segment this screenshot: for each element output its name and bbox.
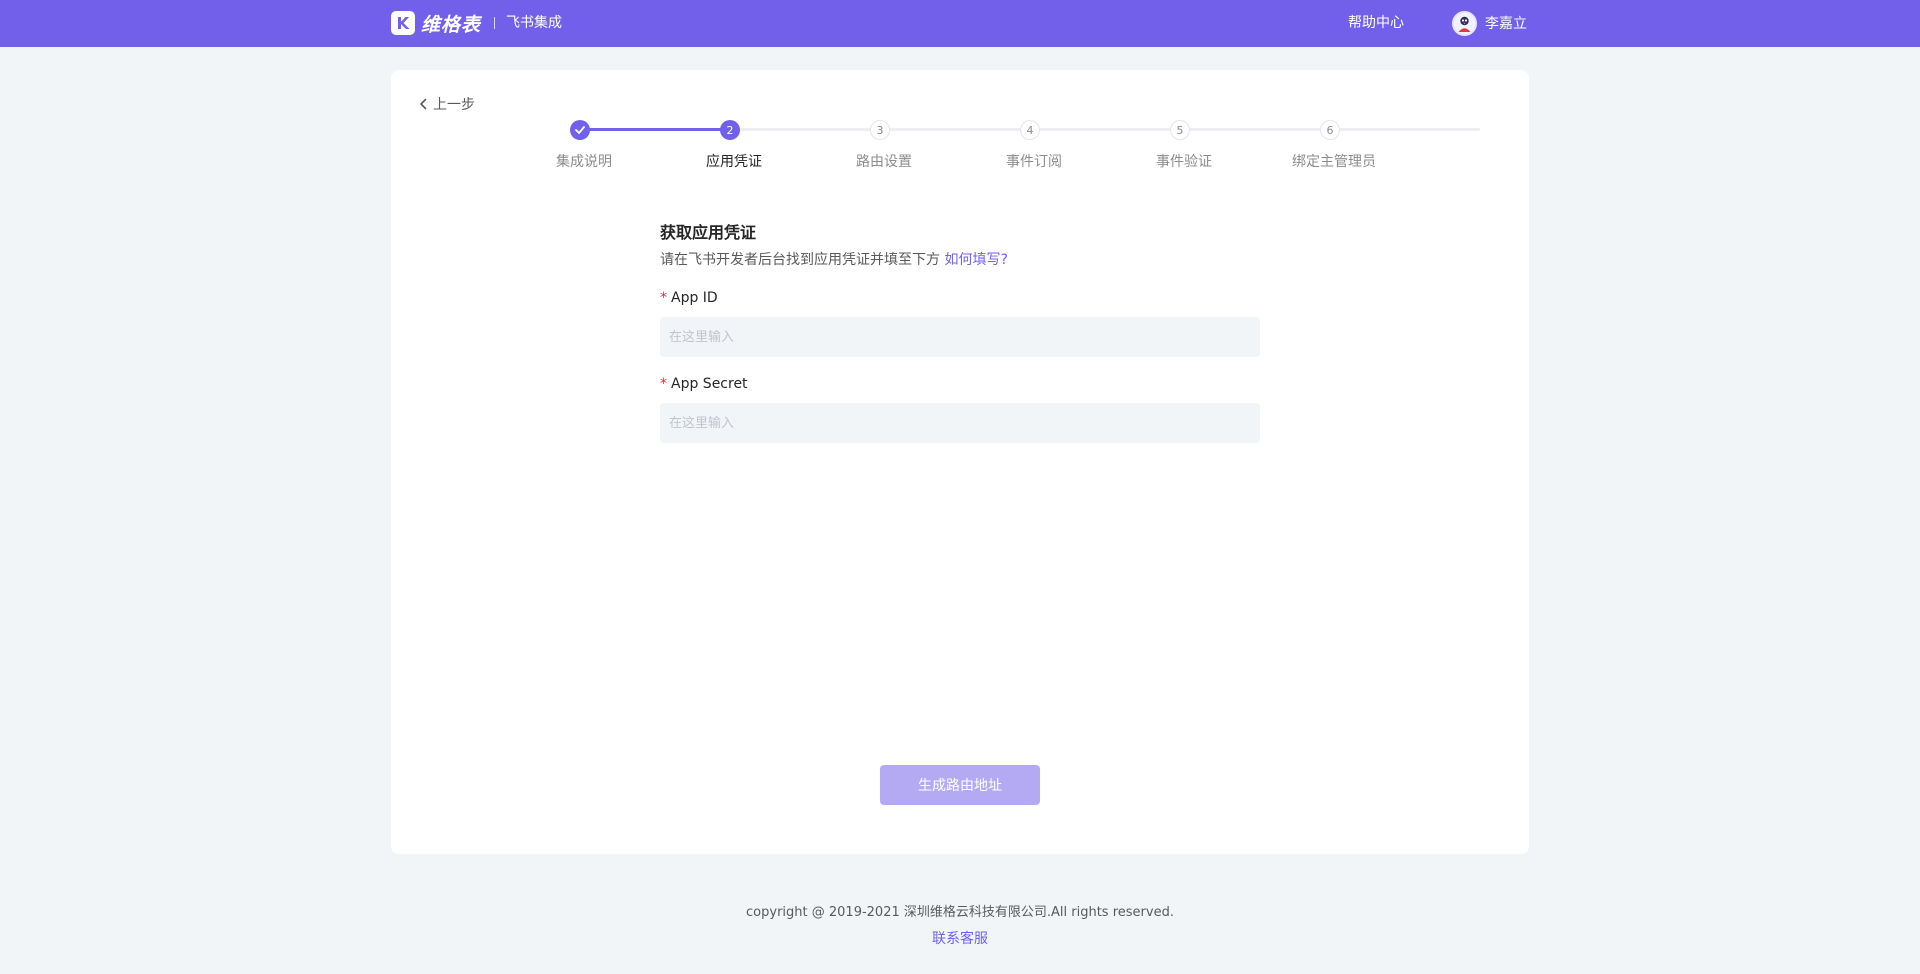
stepper: 2 3 4 5 6 集成说明 应用凭证 路由设置 事件订阅 事件验证 绑定主管理… <box>391 70 1529 180</box>
avatar <box>1452 10 1477 36</box>
step-2-label: 应用凭证 <box>706 154 762 170</box>
app-secret-label: * App Secret <box>660 374 748 394</box>
step-4-label: 事件订阅 <box>1006 154 1062 170</box>
form-description: 请在飞书开发者后台找到应用凭证并填至下方 如何填写? <box>660 250 1008 270</box>
step-2-node: 2 <box>720 120 740 140</box>
step-connector-1 <box>580 128 730 131</box>
logo-text: 维格表 <box>421 13 482 36</box>
header-divider <box>494 17 495 29</box>
app-id-label-text: App ID <box>671 290 718 306</box>
logo-mark-icon <box>391 11 415 35</box>
app-id-label: * App ID <box>660 288 718 308</box>
step-5-label: 事件验证 <box>1156 154 1212 170</box>
form-description-text: 请在飞书开发者后台找到应用凭证并填至下方 <box>660 252 945 268</box>
top-bar: 维格表 飞书集成 帮助中心 李嘉立 <box>0 0 1920 47</box>
logo[interactable]: 维格表 <box>391 11 482 36</box>
step-5-node: 5 <box>1170 120 1190 140</box>
app-id-input[interactable] <box>660 317 1260 357</box>
copyright-text: copyright @ 2019-2021 深圳维格云科技有限公司.All ri… <box>746 905 1174 920</box>
step-connector-rest <box>730 128 1480 131</box>
app-secret-label-text: App Secret <box>671 376 748 392</box>
required-mark: * <box>660 376 667 392</box>
step-6-label: 绑定主管理员 <box>1292 154 1376 170</box>
step-1-node <box>570 120 590 140</box>
contact-support-link[interactable]: 联系客服 <box>932 931 988 947</box>
product-name: 飞书集成 <box>506 15 562 31</box>
form-title: 获取应用凭证 <box>660 223 757 242</box>
step-4-node: 4 <box>1020 120 1040 140</box>
step-1-label: 集成说明 <box>556 154 612 170</box>
help-center-link[interactable]: 帮助中心 <box>1348 13 1404 33</box>
integration-card: 上一步 2 3 4 5 6 集成说明 应用凭证 路由设置 事件订阅 事件验证 绑… <box>391 70 1529 854</box>
contact-support: 联系客服 <box>0 929 1920 949</box>
user-menu[interactable]: 李嘉立 <box>1452 10 1527 36</box>
step-3-label: 路由设置 <box>856 154 912 170</box>
check-icon <box>575 126 585 134</box>
step-3-node: 3 <box>870 120 890 140</box>
required-mark: * <box>660 290 667 306</box>
user-name: 李嘉立 <box>1485 16 1527 32</box>
step-6-node: 6 <box>1320 120 1340 140</box>
how-to-fill-link[interactable]: 如何填写? <box>944 252 1007 268</box>
generate-route-button[interactable]: 生成路由地址 <box>880 765 1040 805</box>
app-secret-input[interactable] <box>660 403 1260 443</box>
